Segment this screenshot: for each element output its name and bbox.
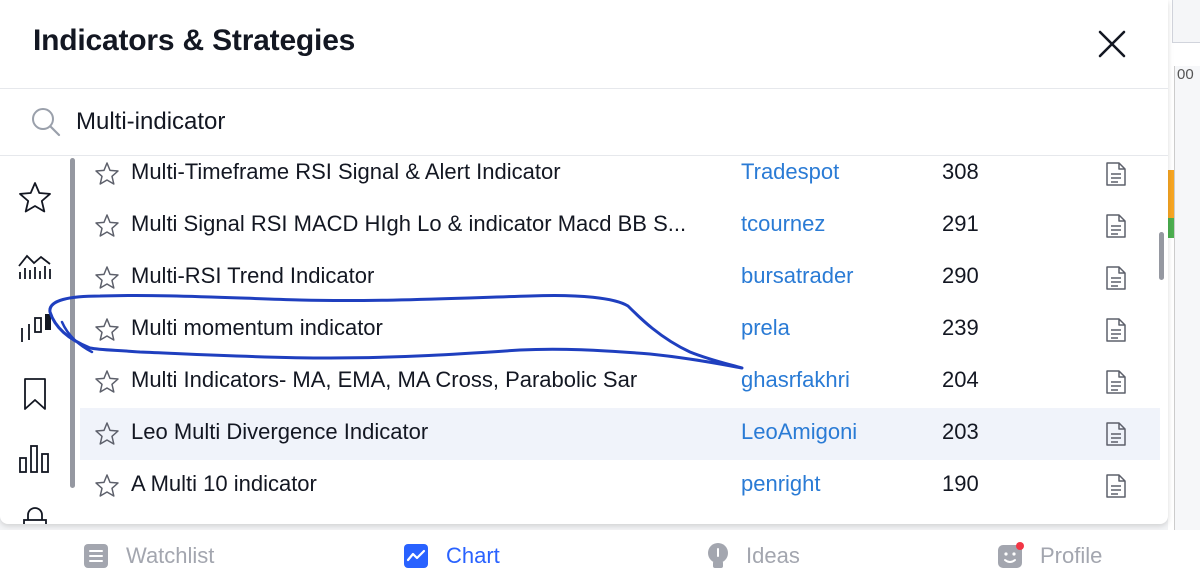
indicator-likes: 203: [942, 419, 979, 444]
lightbulb-icon: [708, 543, 728, 568]
favorite-star-icon[interactable]: [94, 161, 120, 187]
category-sidebar: [0, 156, 74, 524]
bookmark-icon[interactable]: [17, 376, 53, 412]
table-row[interactable]: Multi Signal RSI MACD HIgh Lo & indicato…: [80, 200, 1160, 252]
favorite-star-icon[interactable]: [94, 473, 120, 499]
indicator-name[interactable]: Multi-Timeframe RSI Signal & Alert Indic…: [131, 159, 561, 185]
bottom-nav: Watchlist Chart Ideas Profile: [0, 530, 1200, 584]
source-code-icon[interactable]: [1104, 473, 1128, 499]
nav-ideas-label: Ideas: [746, 543, 800, 568]
table-row[interactable]: Leo Multi Divergence Indicator LeoAmigon…: [80, 408, 1160, 460]
nav-ideas[interactable]: Ideas: [704, 530, 824, 584]
nav-watchlist-label: Watchlist: [126, 543, 215, 568]
close-icon[interactable]: [1094, 26, 1130, 62]
table-row[interactable]: Multi momentum indicator prela 239: [80, 304, 1160, 356]
sidebar-scrollbar[interactable]: [70, 158, 75, 488]
favorite-star-icon[interactable]: [94, 421, 120, 447]
indicator-likes: 308: [942, 159, 979, 184]
indicator-likes: 239: [942, 315, 979, 340]
indicator-author[interactable]: prela: [741, 315, 790, 341]
indicator-name[interactable]: Multi-RSI Trend Indicator: [131, 263, 374, 289]
search-input[interactable]: [76, 102, 1076, 142]
indicator-name[interactable]: Multi Signal RSI MACD HIgh Lo & indicato…: [131, 211, 686, 237]
chart-icon: [404, 544, 428, 568]
line-chart-icon[interactable]: [17, 248, 53, 284]
price-scale-label: 00: [1177, 66, 1194, 83]
indicator-name[interactable]: A Multi 10 indicator: [131, 471, 317, 497]
dialog-title: Indicators & Strategies: [33, 24, 356, 57]
favorites-star-icon[interactable]: [17, 180, 53, 216]
indicator-author[interactable]: penright: [741, 471, 821, 497]
table-row[interactable]: Multi Indicators- MA, EMA, MA Cross, Par…: [80, 356, 1160, 408]
favorite-star-icon[interactable]: [94, 317, 120, 343]
favorite-star-icon[interactable]: [94, 265, 120, 291]
table-row[interactable]: Multi-RSI Trend Indicator bursatrader 29…: [80, 252, 1160, 304]
nav-chart-label: Chart: [446, 543, 500, 568]
search-icon: [32, 108, 61, 137]
favorite-star-icon[interactable]: [94, 369, 120, 395]
indicator-likes: 190: [942, 471, 979, 496]
profile-icon: [998, 542, 1024, 568]
table-row[interactable]: A Multi 10 indicator penright 190: [80, 460, 1160, 512]
indicator-author[interactable]: bursatrader: [741, 263, 854, 289]
watchlist-icon: [84, 544, 108, 568]
indicators-dialog: Indicators & Strategies Multi-indicator …: [0, 0, 1168, 524]
indicator-likes: 291: [942, 211, 979, 236]
bar-chart-icon[interactable]: [17, 440, 53, 476]
dialog-header: Indicators & Strategies: [0, 0, 1168, 89]
table-row[interactable]: Multi-Timeframe RSI Signal & Alert Indic…: [80, 148, 1160, 200]
nav-profile-label: Profile: [1040, 543, 1103, 568]
favorite-star-icon[interactable]: [94, 213, 120, 239]
chart-top-button[interactable]: [1172, 0, 1200, 43]
source-code-icon[interactable]: [1104, 421, 1128, 447]
nav-profile[interactable]: Profile: [996, 530, 1126, 584]
price-scale: [1174, 66, 1200, 530]
indicator-likes: 290: [942, 263, 979, 288]
indicator-likes: 204: [942, 367, 979, 392]
candlestick-icon[interactable]: [17, 312, 53, 348]
indicator-author[interactable]: LeoAmigoni: [741, 419, 857, 445]
indicator-author[interactable]: ghasrfakhri: [741, 367, 850, 393]
source-code-icon[interactable]: [1104, 317, 1128, 343]
indicator-name[interactable]: Multi Indicators- MA, EMA, MA Cross, Par…: [131, 367, 637, 393]
results-scrollbar[interactable]: [1159, 232, 1164, 280]
indicator-author[interactable]: tcournez: [741, 211, 825, 237]
indicator-name[interactable]: Leo Multi Divergence Indicator: [131, 419, 428, 445]
source-code-icon[interactable]: [1104, 265, 1128, 291]
indicator-author[interactable]: Tradespot: [741, 159, 839, 185]
indicator-name[interactable]: Multi momentum indicator: [131, 315, 383, 341]
lock-icon[interactable]: [17, 504, 53, 524]
source-code-icon[interactable]: [1104, 213, 1128, 239]
nav-chart[interactable]: Chart: [402, 530, 522, 584]
source-code-icon[interactable]: [1104, 369, 1128, 395]
nav-watchlist[interactable]: Watchlist: [82, 530, 242, 584]
source-code-icon[interactable]: [1104, 161, 1128, 187]
results-list: Multi-Timeframe RSI Signal & Alert Indic…: [80, 156, 1160, 524]
